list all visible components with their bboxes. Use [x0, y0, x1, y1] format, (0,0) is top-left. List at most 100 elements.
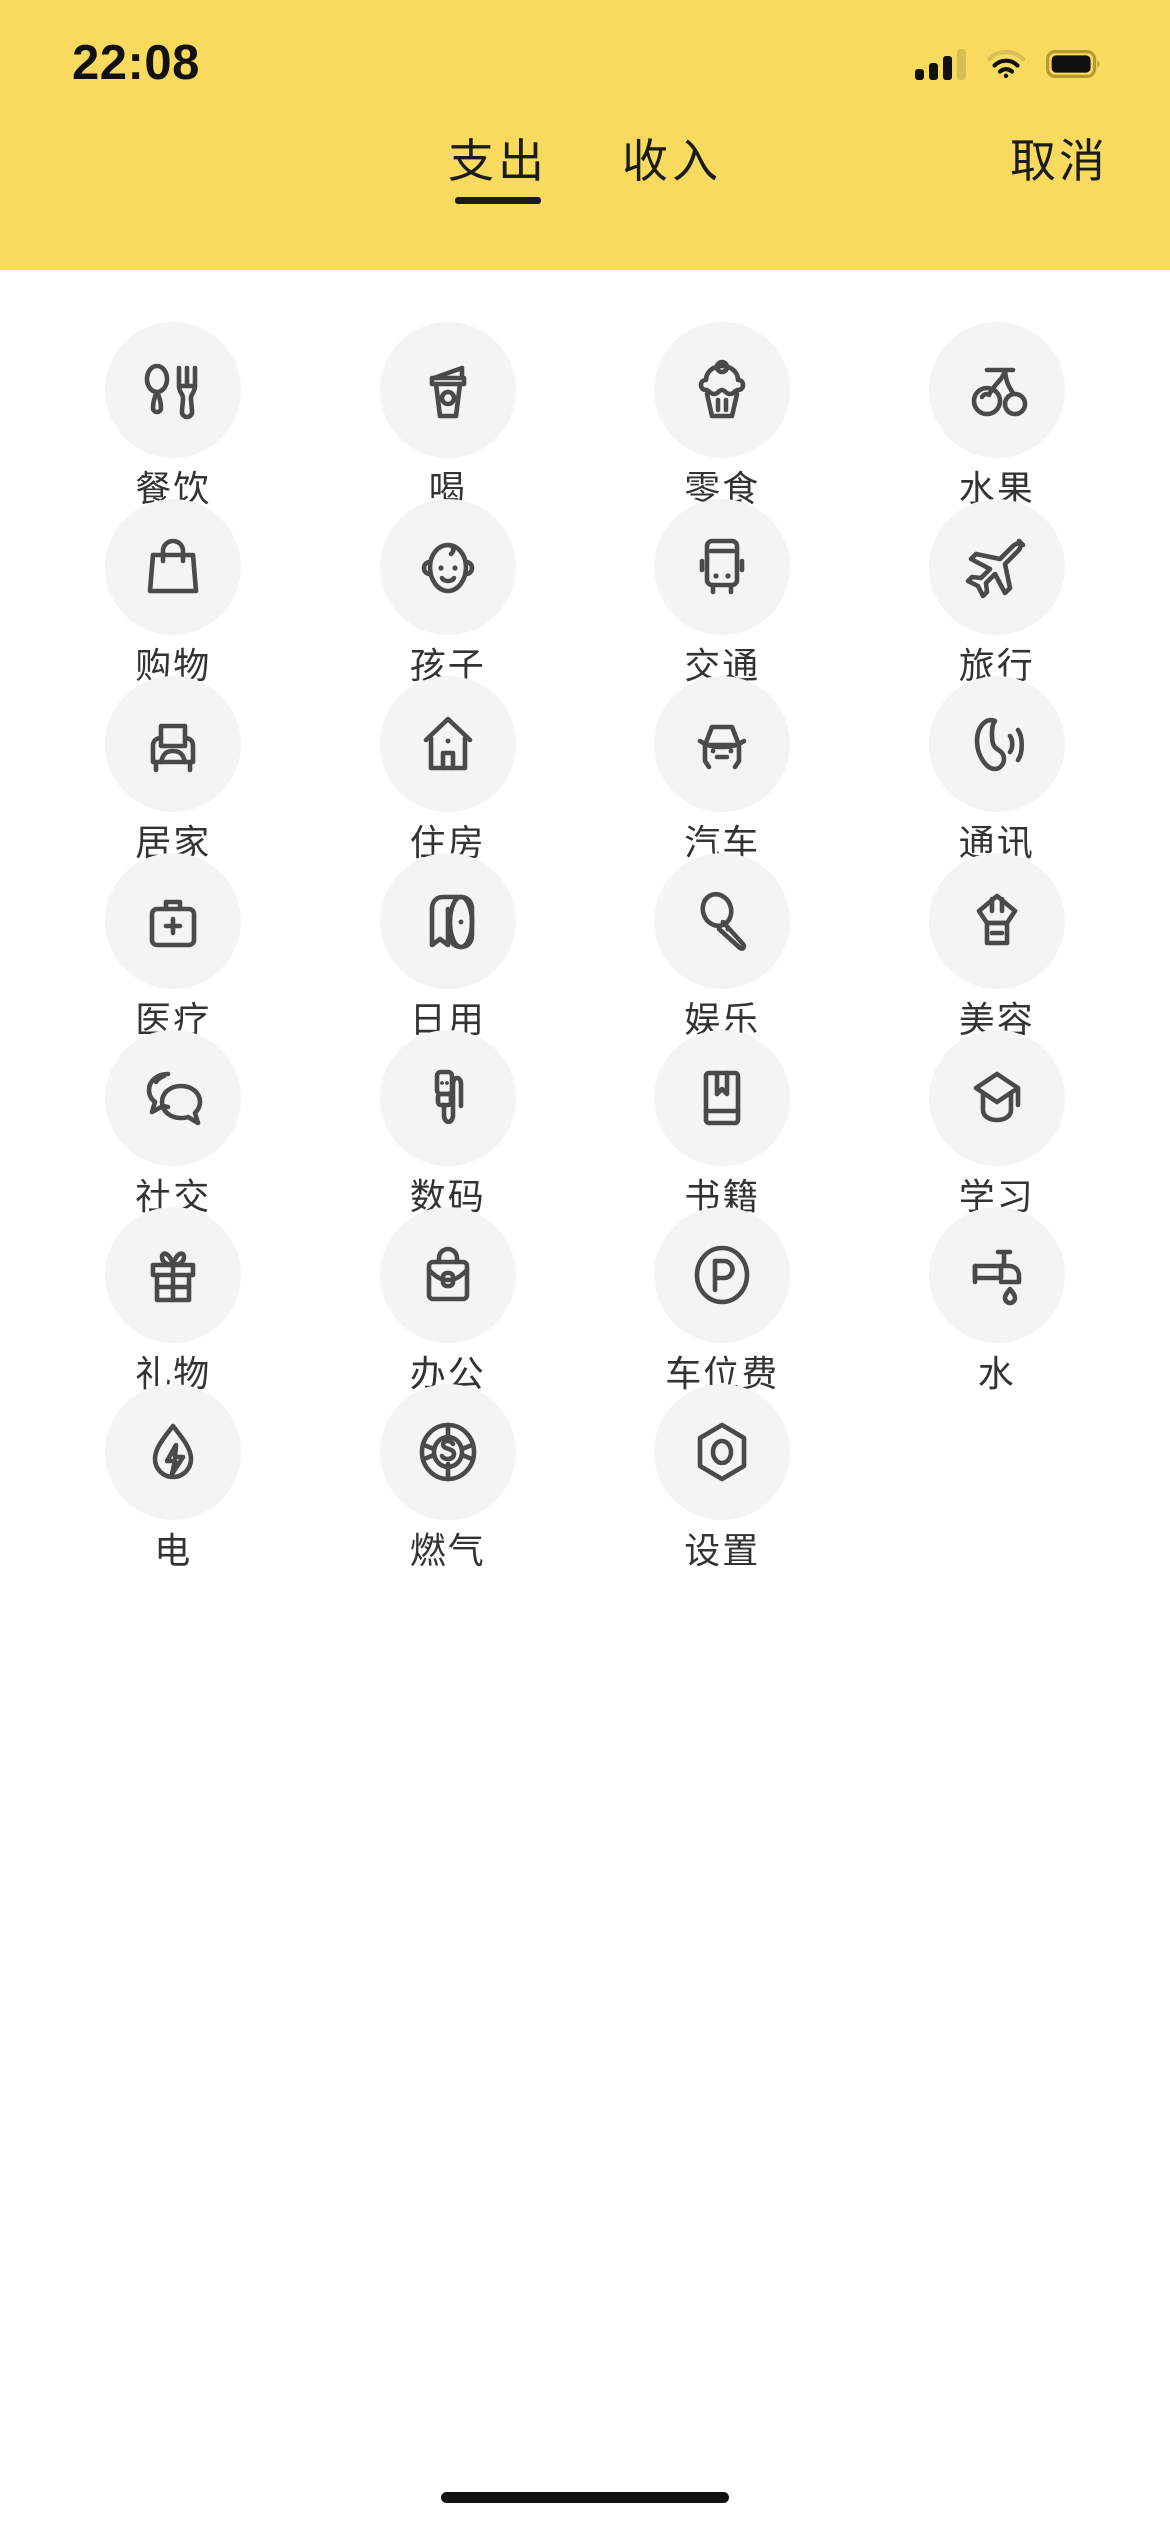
category-item[interactable]: 交通 [585, 499, 860, 684]
segment-tabs: 支出 收入 [0, 138, 1170, 204]
status-bar-time: 22:08 [72, 35, 200, 90]
category-label: 水 [977, 1353, 1016, 1394]
category-icon-circle [928, 499, 1065, 635]
category-item[interactable]: 社交 [36, 1030, 311, 1215]
hex-nut-icon [697, 1422, 747, 1482]
briefcase-icon [426, 1246, 470, 1302]
app-screen: 22:08 支出 收入 取消 餐饮 喝 零食 水果 购物 孩子 交通 旅行 居家… [0, 0, 1170, 2532]
faucet-drop-icon [972, 1249, 1022, 1306]
graduation-cap-icon [973, 1071, 1021, 1123]
category-icon-circle [654, 1030, 791, 1166]
category-icon-circle [654, 499, 791, 635]
makeup-brush-icon [976, 893, 1018, 946]
gift-box-icon [150, 1251, 196, 1303]
category-item[interactable]: 旅行 [860, 499, 1135, 684]
chat-bubbles-icon [146, 1071, 203, 1126]
category-icon-circle [105, 1030, 242, 1166]
tab-income[interactable]: 收入 [622, 138, 722, 204]
category-label: 电 [154, 1530, 193, 1571]
tab-expense[interactable]: 支出 [448, 138, 548, 204]
cupcake-icon [698, 359, 746, 419]
droplet-bolt-icon [152, 1423, 194, 1480]
cancel-button[interactable]: 取消 [1010, 138, 1108, 184]
category-item[interactable]: 住房 [311, 676, 586, 861]
app-header: 22:08 支出 收入 取消 [0, 0, 1170, 270]
category-icon-circle [928, 1030, 1065, 1166]
category-item[interactable]: 汽车 [585, 676, 860, 861]
coffee-cup-icon [429, 365, 467, 419]
signal-bars-icon [915, 48, 966, 80]
category-icon-circle [379, 499, 516, 635]
category-icon-circle [379, 322, 516, 458]
category-item[interactable]: 购物 [36, 499, 311, 684]
category-icon-circle [105, 499, 242, 635]
category-item[interactable]: 礼物 [36, 1207, 311, 1392]
category-icon-circle [654, 1384, 791, 1520]
shopping-bag-icon [147, 538, 199, 594]
category-item[interactable]: 医疗 [36, 853, 311, 1038]
parking-p-icon [694, 1245, 750, 1305]
dollar-coin-icon [419, 1422, 477, 1482]
home-indicator-area [0, 2462, 1170, 2532]
category-icon-circle [379, 1030, 516, 1166]
category-icon-circle [105, 853, 242, 989]
category-icon-circle [105, 1207, 242, 1343]
home-indicator[interactable] [441, 2491, 729, 2503]
category-item[interactable]: 喝 [311, 322, 586, 507]
wifi-icon [987, 50, 1025, 78]
category-item[interactable]: 书籍 [585, 1030, 860, 1215]
category-label: 燃气 [409, 1530, 486, 1571]
category-icon-circle [379, 1207, 516, 1343]
microphone-icon [700, 891, 747, 951]
category-icon-circle [654, 1207, 791, 1343]
category-icon-circle [654, 853, 791, 989]
header-tab-bar: 支出 收入 取消 [0, 110, 1170, 270]
category-icon-circle [379, 853, 516, 989]
category-grid: 餐饮 喝 零食 水果 购物 孩子 交通 旅行 居家 住房 汽车 通讯 医疗 日用… [36, 322, 1135, 1569]
category-icon-circle [928, 322, 1065, 458]
category-item[interactable]: 办公 [311, 1207, 586, 1392]
baby-face-icon [421, 542, 475, 594]
house-icon [423, 716, 473, 771]
bus-icon [699, 538, 745, 595]
category-icon-circle [928, 853, 1065, 989]
category-item[interactable]: 水果 [860, 322, 1135, 507]
category-item[interactable]: 水 [860, 1207, 1135, 1392]
category-item[interactable]: 日用 [311, 853, 586, 1038]
cherry-icon [971, 367, 1028, 417]
category-icon-circle [928, 676, 1065, 812]
category-icon-circle [379, 676, 516, 812]
spoon-fork-icon [144, 363, 198, 420]
category-icon-circle [654, 676, 791, 812]
status-bar-icons [915, 31, 1102, 80]
category-item[interactable]: 数码 [311, 1030, 586, 1215]
armchair-icon [150, 723, 196, 773]
category-item[interactable]: 餐饮 [36, 322, 311, 507]
category-item[interactable]: 零食 [585, 322, 860, 507]
category-item[interactable]: 孩子 [311, 499, 586, 684]
category-item[interactable]: 居家 [36, 676, 311, 861]
category-item[interactable]: 学习 [860, 1030, 1135, 1215]
category-item[interactable]: 车位费 [585, 1207, 860, 1392]
category-item[interactable]: 通讯 [860, 676, 1135, 861]
category-grid-area: 餐饮 喝 零食 水果 购物 孩子 交通 旅行 居家 住房 汽车 通讯 医疗 日用… [0, 270, 1170, 2462]
battery-icon [1046, 50, 1102, 78]
status-bar: 22:08 [0, 0, 1170, 110]
toilet-paper-icon [429, 894, 475, 950]
car-icon [697, 724, 747, 770]
category-item[interactable]: 娱乐 [585, 853, 860, 1038]
usb-cable-icon [434, 1069, 464, 1124]
category-icon-circle [654, 322, 791, 458]
book-bookmark-icon [703, 1070, 741, 1126]
category-icon-circle [379, 1384, 516, 1520]
category-item[interactable]: 电 [36, 1384, 311, 1569]
category-icon-circle [928, 1207, 1065, 1343]
category-item[interactable]: 美容 [860, 853, 1135, 1038]
category-icon-circle [105, 1384, 242, 1520]
category-label: 设置 [684, 1530, 761, 1571]
category-icon-circle [105, 322, 242, 458]
airplane-icon [965, 538, 1026, 599]
category-item[interactable]: 设置 [585, 1384, 860, 1569]
first-aid-kit-icon [149, 899, 197, 948]
category-item[interactable]: 燃气 [311, 1384, 586, 1569]
